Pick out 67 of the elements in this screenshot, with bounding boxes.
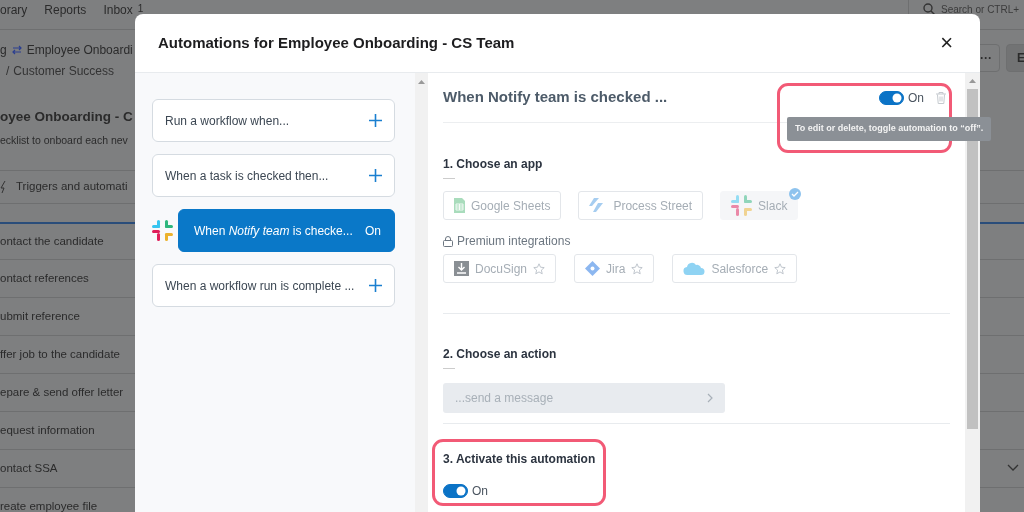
task-name[interactable]: ontact SSA xyxy=(0,459,58,478)
star-icon xyxy=(533,262,546,275)
scroll-up-icon[interactable] xyxy=(418,80,425,84)
search-icon xyxy=(923,3,935,15)
trigger-option[interactable]: Run a workflow when... xyxy=(152,99,395,142)
download-icon xyxy=(454,261,469,276)
trigger-option[interactable]: When a workflow run is complete ... xyxy=(152,264,395,307)
page-title: oyee Onboarding - C xyxy=(0,108,134,126)
automation-item[interactable]: When Notify team is checke... On xyxy=(178,209,395,252)
app-option[interactable]: Process Street xyxy=(578,191,704,220)
spreadsheet-icon xyxy=(454,198,465,213)
breadcrumb-folder[interactable]: Customer Success xyxy=(13,62,115,80)
modal-title: Automations for Employee Onboarding - CS Team xyxy=(158,32,515,53)
app-option[interactable]: DocuSign xyxy=(443,254,557,283)
cloud-icon xyxy=(683,261,706,276)
step-heading: 1. Choose an app xyxy=(443,156,544,173)
task-name[interactable]: equest information xyxy=(0,421,95,440)
slack-icon xyxy=(152,220,173,241)
chevron-down-icon xyxy=(1007,464,1019,471)
toggle-switch[interactable] xyxy=(879,90,904,105)
task-name[interactable]: ubmit reference xyxy=(0,307,80,326)
premium-label: Premium integrations xyxy=(457,233,571,250)
toggle-label: On xyxy=(472,483,488,500)
inbox-count: 1 xyxy=(137,2,144,16)
close-button[interactable]: × xyxy=(936,32,957,54)
chevron-right-icon xyxy=(707,393,713,403)
slack-icon xyxy=(731,195,753,216)
task-name[interactable]: ontact references xyxy=(0,269,89,288)
breadcrumb-link[interactable]: g xyxy=(0,41,7,59)
app-option[interactable]: Salesforce xyxy=(672,254,798,283)
app-option[interactable]: Slack xyxy=(720,191,799,220)
nav-link-text[interactable]: orary xyxy=(0,1,28,19)
breadcrumb-link[interactable]: Employee Onboardi xyxy=(26,41,133,59)
toggle-label: On xyxy=(908,89,924,107)
task-name[interactable]: reate employee file xyxy=(0,497,98,512)
app-option[interactable]: Jira xyxy=(574,254,655,283)
star-icon xyxy=(631,262,644,275)
diamond-icon xyxy=(585,261,601,276)
task-name[interactable]: epare & send offer letter xyxy=(0,383,124,402)
app-option[interactable]: Google Sheets xyxy=(443,191,562,220)
lock-icon xyxy=(443,235,453,247)
plus-icon xyxy=(369,279,382,292)
trigger-icon xyxy=(0,181,6,193)
toggle-switch[interactable] xyxy=(443,484,468,498)
check-badge-icon xyxy=(789,188,802,200)
automation-title: When Notify team is checked ... xyxy=(443,87,668,108)
page-description: ecklist to onboard each nev xyxy=(0,133,129,149)
tooltip: To edit or delete, toggle automation to “off”. xyxy=(787,117,992,141)
scrollbar[interactable] xyxy=(415,73,428,512)
plus-icon xyxy=(369,169,382,182)
task-name[interactable]: ontact the candidate xyxy=(0,232,104,251)
star-icon xyxy=(774,262,787,275)
automation-status: On xyxy=(365,222,381,240)
action-select[interactable]: ...send a message xyxy=(443,383,725,413)
scroll-up-icon[interactable] xyxy=(969,79,976,83)
triggers-tab[interactable]: Triggers and automati xyxy=(16,178,128,196)
workflow-icon xyxy=(11,45,22,55)
nav-link-text[interactable]: Reports xyxy=(44,1,87,19)
step-heading: 3. Activate this automation xyxy=(443,451,597,468)
trigger-option[interactable]: When a task is checked then... xyxy=(152,154,395,197)
edit-button[interactable]: E xyxy=(1006,44,1024,72)
plus-icon xyxy=(369,114,382,127)
task-name[interactable]: ffer job to the candidate xyxy=(0,345,120,364)
trash-icon[interactable] xyxy=(936,91,946,104)
step-heading: 2. Choose an action xyxy=(443,346,558,363)
breadcrumb-separator: / xyxy=(6,63,10,80)
nav-link-text[interactable]: Inbox xyxy=(103,1,133,19)
